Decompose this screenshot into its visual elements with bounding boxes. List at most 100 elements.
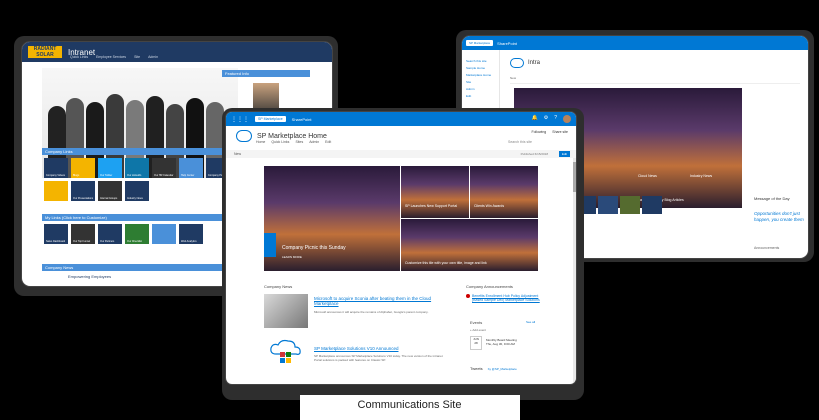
tile-hr-calendar[interactable]: Our HR Calendar xyxy=(152,158,176,178)
communications-site-window: ⋮⋮⋮ SP Marketplace SharePoint 🔔 ⚙ ? SP M… xyxy=(226,112,576,384)
hero-main-tile[interactable]: Company Picnic this Sunday LEARN MORE xyxy=(264,166,400,271)
menu-sites[interactable]: Sites xyxy=(295,140,303,144)
quick-tile[interactable] xyxy=(598,196,618,214)
my-links-title[interactable]: My Links (Click here to Customize) xyxy=(42,214,238,221)
suite-name[interactable]: SharePoint xyxy=(292,117,312,122)
company-links-title: Company Links xyxy=(42,148,238,155)
tile-presentations[interactable]: Our Presentations xyxy=(71,181,95,201)
site-menu: Home Quick Links Sites Admin Edit xyxy=(256,140,331,144)
tweets-handle[interactable]: by @SP_Marketplace xyxy=(488,367,517,371)
event-time: Thu, Aug 30, 9:00 AM xyxy=(486,342,515,346)
news-item[interactable]: Empowering Employees xyxy=(42,274,238,279)
events-title: Events xyxy=(470,320,483,325)
motd-quote: Opportunities don't just happen, you cre… xyxy=(754,211,804,222)
hero-tile-title[interactable]: Clients Win Awards xyxy=(474,204,530,208)
news-body: Microsoft announces it will acquire the … xyxy=(314,310,429,314)
news-body: SP Marketplace announces SP Marketplace … xyxy=(314,354,443,362)
new-button[interactable]: New xyxy=(510,76,516,80)
nav-sample-home[interactable]: Sample Home xyxy=(466,66,495,70)
tile-help-center[interactable]: Help Center xyxy=(179,158,203,178)
nav-employee-services[interactable]: Employee Services xyxy=(96,55,126,59)
site-name: Intra xyxy=(528,60,541,66)
help-icon[interactable]: ? xyxy=(554,115,557,123)
company-logo[interactable]: RADIANT SOLAR xyxy=(28,46,62,58)
edit-button[interactable]: Edit xyxy=(558,151,570,157)
cloud-logo-icon xyxy=(236,130,252,142)
tile-company-videos[interactable]: Company Videos xyxy=(44,158,68,178)
hero-web-part: Company Picnic this Sunday LEARN MORE SP… xyxy=(264,166,538,271)
tile-sales-dashboard[interactable]: Sales Dashboard xyxy=(44,224,68,244)
tile-label: Web Analytics xyxy=(181,240,197,243)
tile-blogs[interactable]: Blogs xyxy=(71,158,95,178)
new-button[interactable]: New xyxy=(234,152,241,156)
nav-site[interactable]: Site xyxy=(466,80,495,84)
scrollbar-thumb[interactable] xyxy=(573,162,576,192)
app-launcher-icon[interactable]: ⋮⋮⋮ xyxy=(231,116,249,123)
company-news-section: Company News Empowering Employees xyxy=(42,264,238,279)
news-thumbnail[interactable] xyxy=(264,294,308,328)
tile-label: Internal Groups xyxy=(100,197,118,200)
tile-label: Our Twitter xyxy=(100,174,113,177)
follow-share: Following Share site xyxy=(531,130,568,134)
hero-tile-customize[interactable]: Customize this tile with your own title,… xyxy=(401,219,538,271)
command-bar: New Published 6/15/2018 Edit xyxy=(226,150,576,158)
nav-edit[interactable]: Edit xyxy=(466,94,495,98)
menu-quick-links[interactable]: Quick Links xyxy=(271,140,289,144)
tile-label: Our Checklist xyxy=(127,240,143,243)
tile-partners[interactable]: Our Partners xyxy=(98,224,122,244)
follow-button[interactable]: Following xyxy=(531,130,546,134)
news-link[interactable]: SP Marketplace Solutions V10 Announced xyxy=(314,346,444,351)
nav-quick-links[interactable]: Quick Links xyxy=(70,55,88,59)
brand-badge[interactable]: SP Marketplace xyxy=(255,116,286,122)
share-button[interactable]: Share site xyxy=(552,130,568,134)
command-bar: New xyxy=(510,76,800,84)
events-see-all[interactable]: See all xyxy=(526,320,535,324)
hero-learn-more[interactable]: LEARN MORE xyxy=(282,255,302,259)
quick-tile[interactable] xyxy=(642,196,662,214)
menu-home[interactable]: Home xyxy=(256,140,265,144)
menu-edit[interactable]: Edit xyxy=(325,140,331,144)
event-details[interactable]: Monthly Board Meeting Thu, Aug 30, 9:00 … xyxy=(486,338,517,346)
hero-label-industry[interactable]: Industry News xyxy=(690,174,712,178)
tile-apps[interactable] xyxy=(152,224,176,244)
menu-admin[interactable]: Admin xyxy=(309,140,319,144)
search-input[interactable]: Search this site xyxy=(508,140,568,144)
tile-twitter[interactable]: Our Twitter xyxy=(98,158,122,178)
site-name: SP Marketplace Home xyxy=(257,132,327,140)
tile-label: Our Partners xyxy=(100,240,115,243)
suite-name[interactable]: SharePoint xyxy=(497,41,517,46)
quick-tile[interactable] xyxy=(620,196,640,214)
tile-top-funnel[interactable]: Our Top Funnel xyxy=(71,224,95,244)
suite-icons: 🔔 ⚙ ? xyxy=(532,115,571,123)
tile-checklist[interactable]: Our Checklist xyxy=(125,224,149,244)
nav-admin[interactable]: Admin xyxy=(148,55,158,59)
scrollbar[interactable] xyxy=(573,158,576,384)
hero-tile-awards[interactable]: Clients Win Awards xyxy=(470,166,538,218)
news-link[interactable]: Microsoft to acquire Sconia after beatin… xyxy=(314,296,444,306)
hero-tile-title[interactable]: SP Launches New Support Portal xyxy=(405,204,461,208)
cloud-apps-icon xyxy=(270,339,301,363)
tile-industry-news[interactable]: Industry News xyxy=(125,181,149,201)
hero-accent xyxy=(264,233,276,257)
add-event-button[interactable]: + Add event xyxy=(470,328,486,332)
hero-tile-support[interactable]: SP Launches New Support Portal xyxy=(401,166,469,218)
nav-marketplace-home[interactable]: Marketplace Home xyxy=(466,73,495,77)
tile-web-analytics[interactable]: Web Analytics xyxy=(179,224,203,244)
hero-label-cloud[interactable]: Cloud News xyxy=(638,174,657,178)
tile-folder[interactable] xyxy=(44,181,68,201)
tile-label: Help Center xyxy=(181,174,195,177)
tile-internal-groups[interactable]: Internal Groups xyxy=(98,181,122,201)
avatar[interactable] xyxy=(563,115,571,123)
bell-icon[interactable]: 🔔 xyxy=(532,115,538,123)
tile-linkedin[interactable]: Our LinkedIn xyxy=(125,158,149,178)
nav-search[interactable]: Search this site xyxy=(466,59,495,63)
nav-site[interactable]: Site xyxy=(134,55,140,59)
nav-admin[interactable]: Admin xyxy=(466,87,495,91)
hero-main-title[interactable]: Company Picnic this Sunday xyxy=(282,245,346,251)
hero-tile-title[interactable]: Customize this tile with your own title,… xyxy=(405,261,533,265)
gear-icon[interactable]: ⚙ xyxy=(544,115,548,123)
brand-badge[interactable]: SP Marketplace xyxy=(466,40,494,46)
my-links-section: My Links (Click here to Customize) Sales… xyxy=(42,214,238,247)
company-news-title: Company News xyxy=(264,284,293,289)
announcement-link[interactable]: Benefits Enrollment Hub Policy Adjustmen… xyxy=(472,294,542,302)
